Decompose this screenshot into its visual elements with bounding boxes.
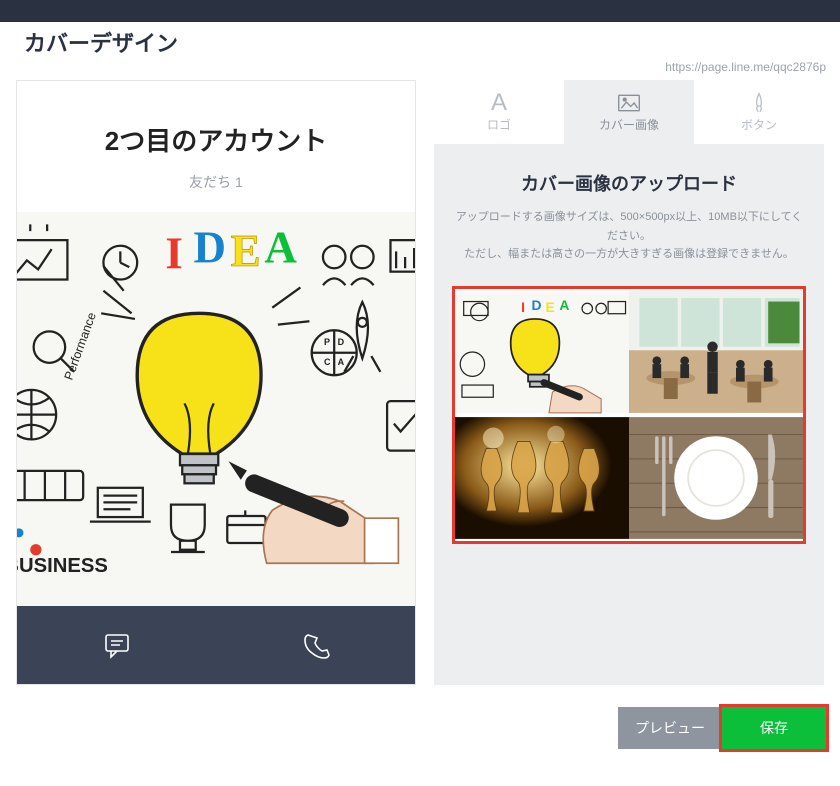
tab-cover-image[interactable]: カバー画像 bbox=[564, 80, 694, 144]
upload-title: カバー画像のアップロード bbox=[452, 170, 806, 196]
gallery-thumb-wine[interactable] bbox=[455, 415, 629, 541]
upload-hint-2: ただし、幅または高さの一方が大きすぎる画像は登録できません。 bbox=[452, 245, 806, 264]
account-name: 2つ目のアカウント bbox=[27, 121, 405, 158]
phone-icon bbox=[300, 629, 332, 661]
chat-button[interactable] bbox=[17, 606, 216, 684]
svg-text:I: I bbox=[521, 299, 525, 315]
sample-gallery: IDEA bbox=[452, 286, 806, 544]
tab-logo[interactable]: A ロゴ bbox=[434, 80, 564, 144]
page-title: カバーデザイン bbox=[0, 22, 840, 60]
upload-hint-1: アップロードする画像サイズは、500×500px以上、10MB以下にしてください… bbox=[452, 208, 806, 245]
svg-text:E: E bbox=[231, 226, 261, 276]
svg-text:D: D bbox=[338, 337, 345, 347]
logo-icon: A bbox=[491, 92, 507, 114]
settings-panel: A ロゴ カバー画像 ボタン カバー画像のアップロード アップロードする画像サイ… bbox=[434, 80, 824, 685]
tab-label: ボタン bbox=[741, 116, 777, 133]
preview-bottom-bar bbox=[17, 606, 415, 684]
gallery-thumb-idea[interactable]: IDEA bbox=[455, 289, 629, 415]
preview-button[interactable]: プレビュー bbox=[618, 707, 722, 749]
cover-image-preview: I D E A bbox=[17, 212, 415, 606]
tab-button[interactable]: ボタン bbox=[694, 80, 824, 144]
business-text: BUSINESS bbox=[17, 555, 108, 577]
tab-label: カバー画像 bbox=[599, 116, 659, 133]
preview-pane: 2つ目のアカウント 友だち 1 I D E A bbox=[16, 80, 416, 685]
svg-text:D: D bbox=[193, 223, 226, 273]
svg-text:A: A bbox=[338, 357, 345, 367]
brush-icon bbox=[747, 92, 771, 114]
svg-text:E: E bbox=[545, 299, 554, 315]
svg-text:C: C bbox=[324, 357, 331, 367]
top-dark-bar bbox=[0, 0, 840, 22]
svg-text:A: A bbox=[559, 297, 569, 313]
call-button[interactable] bbox=[216, 606, 415, 684]
image-icon bbox=[617, 92, 641, 114]
friends-count: 友だち 1 bbox=[27, 172, 405, 192]
page-url: https://page.line.me/qqc2876p bbox=[0, 60, 840, 80]
svg-text:D: D bbox=[532, 297, 542, 313]
tab-label: ロゴ bbox=[487, 116, 511, 133]
footer-actions: プレビュー 保存 bbox=[0, 685, 840, 749]
gallery-thumb-cafe[interactable] bbox=[629, 289, 803, 415]
svg-text:I: I bbox=[165, 228, 183, 278]
svg-text:P: P bbox=[324, 337, 330, 347]
gallery-thumb-plate[interactable] bbox=[629, 415, 803, 541]
chat-icon bbox=[101, 629, 133, 661]
panel-tabs: A ロゴ カバー画像 ボタン bbox=[434, 80, 824, 144]
svg-text:A: A bbox=[264, 223, 297, 273]
save-button[interactable]: 保存 bbox=[722, 707, 826, 749]
performance-text: Performance bbox=[62, 310, 99, 381]
